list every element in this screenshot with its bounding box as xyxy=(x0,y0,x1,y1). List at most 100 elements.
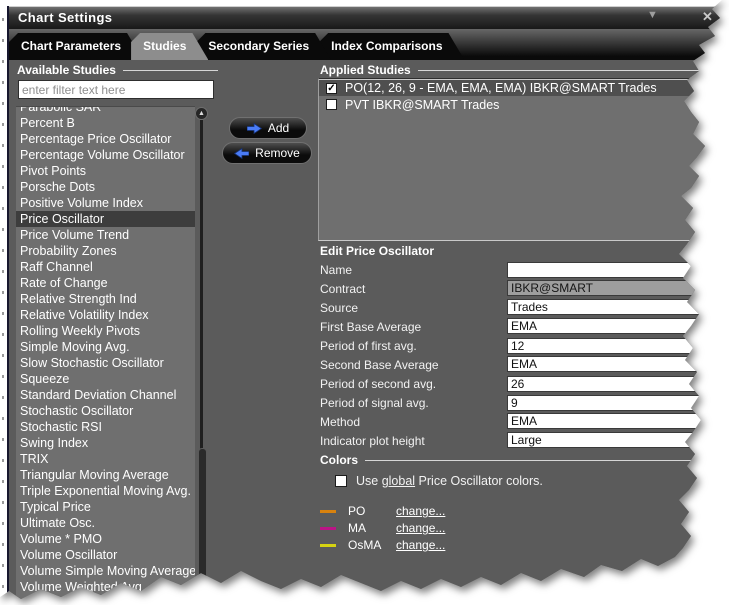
use-global-colors-checkbox[interactable] xyxy=(335,475,347,487)
tab-label: Secondary Series xyxy=(208,39,309,53)
label-text: Use xyxy=(356,474,382,488)
add-button-label: Add xyxy=(268,121,289,135)
first-base-average-select[interactable]: EMA▼ xyxy=(507,318,723,334)
list-item[interactable]: Relative Volatility Index xyxy=(16,307,195,323)
dropdown-arrow-icon: ▼ xyxy=(712,436,720,444)
list-item[interactable]: Volume * PMO xyxy=(16,531,195,547)
list-item[interactable]: TRIX xyxy=(16,451,195,467)
applied-studies-list[interactable]: ✓ PO(12, 26, 9 - EMA, EMA, EMA) IBKR@SMAR… xyxy=(318,78,729,241)
list-item[interactable]: Triple Exponential Moving Avg. xyxy=(16,483,195,499)
remove-button[interactable]: Remove xyxy=(222,142,312,164)
list-item[interactable]: Squeeze xyxy=(16,371,195,387)
list-item[interactable]: Parabolic SAR xyxy=(16,106,195,115)
applied-study-row[interactable]: ✓ PO(12, 26, 9 - EMA, EMA, EMA) IBKR@SMAR… xyxy=(319,79,729,96)
color-row-osma: OsMAchange... xyxy=(320,538,445,552)
list-item[interactable]: Simple Moving Avg. xyxy=(16,339,195,355)
add-button[interactable]: Add xyxy=(229,117,307,139)
tab-label: Studies xyxy=(143,39,186,53)
add-arrow-icon xyxy=(247,123,262,134)
close-icon[interactable]: ✕ xyxy=(702,9,713,25)
form-row-period-of-second-avg-: Period of second avg. xyxy=(320,375,729,392)
use-global-colors-row: Use global Price Oscillator colors. xyxy=(335,474,543,488)
list-item[interactable]: Percentage Volume Oscillator xyxy=(16,147,195,163)
filter-input[interactable] xyxy=(18,80,214,99)
tab-studies[interactable]: Studies xyxy=(131,33,208,60)
field-label: Period of first avg. xyxy=(320,339,417,353)
unchecked-checkbox[interactable] xyxy=(326,99,337,110)
applied-study-row[interactable]: PVT IBKR@SMART Trades xyxy=(319,96,729,113)
global-link[interactable]: global xyxy=(382,474,415,488)
field-label: Name xyxy=(320,263,352,277)
select-value: EMA xyxy=(511,414,537,428)
list-item[interactable]: Pivot Points xyxy=(16,163,195,179)
colors-title: Colors xyxy=(320,453,358,467)
method-select[interactable]: EMA▼ xyxy=(507,413,723,429)
period-of-second-avg--input[interactable] xyxy=(507,376,723,392)
osma-color-swatch xyxy=(320,544,336,547)
select-value: EMA xyxy=(511,357,537,371)
chevron-down-icon[interactable]: ▼ xyxy=(647,9,658,21)
list-item[interactable]: Porsche Dots xyxy=(16,179,195,195)
change-color-link[interactable]: change... xyxy=(396,521,445,535)
list-item[interactable]: Triangular Moving Average xyxy=(16,467,195,483)
list-item[interactable]: Volume Simple Moving Average xyxy=(16,563,195,579)
list-item[interactable]: Positive Volume Index xyxy=(16,195,195,211)
period-of-first-avg--input[interactable] xyxy=(507,338,723,354)
field-label: Second Base Average xyxy=(320,358,439,372)
scroll-up-button[interactable]: ▲ xyxy=(195,107,208,120)
edit-section-title: Edit Price Oscillator xyxy=(320,244,434,258)
source-select[interactable]: Trades▼ xyxy=(507,299,723,315)
field-label: Indicator plot height xyxy=(320,434,425,448)
form-row-name: Name xyxy=(320,261,729,278)
checked-checkbox[interactable]: ✓ xyxy=(326,83,337,94)
field-label: Method xyxy=(320,415,360,429)
applied-study-label: PO(12, 26, 9 - EMA, EMA, EMA) IBKR@SMART… xyxy=(345,81,657,95)
change-color-link[interactable]: change... xyxy=(396,538,445,552)
list-item[interactable]: Probability Zones xyxy=(16,243,195,259)
indicator-plot-height-select[interactable]: Large▼ xyxy=(507,432,723,448)
form-row-period-of-signal-avg-: Period of signal avg. xyxy=(320,394,729,411)
scrollbar-thumb[interactable] xyxy=(198,448,207,605)
field-control: EMA▼ xyxy=(507,413,723,429)
ma-color-swatch xyxy=(320,527,336,530)
change-color-link[interactable]: change... xyxy=(396,504,445,518)
list-item[interactable]: Relative Strength Ind xyxy=(16,291,195,307)
list-item[interactable]: Price Volume Trend xyxy=(16,227,195,243)
list-item[interactable]: Standard Deviation Channel xyxy=(16,387,195,403)
field-control: EMA▼ xyxy=(507,318,723,334)
remove-button-label: Remove xyxy=(255,146,300,160)
tab-secondary-series[interactable]: Secondary Series xyxy=(196,33,331,60)
field-label: Period of signal avg. xyxy=(320,396,429,410)
color-row-ma: MAchange... xyxy=(320,521,445,535)
list-item[interactable]: Percentage Price Oscillator xyxy=(16,131,195,147)
list-item[interactable]: Rolling Weekly Pivots xyxy=(16,323,195,339)
list-item[interactable]: Price Oscillator xyxy=(16,211,195,227)
tab-label: Index Comparisons xyxy=(331,39,442,53)
list-item[interactable]: Swing Index xyxy=(16,435,195,451)
tab-index-comparisons[interactable]: Index Comparisons xyxy=(319,33,464,60)
screenshot-root: Chart Settings ▼ ✕ Chart ParametersStudi… xyxy=(0,0,729,605)
list-item[interactable]: Volume Weighted Avg xyxy=(16,579,195,595)
list-item[interactable]: Stochastic RSI xyxy=(16,419,195,435)
available-studies-list[interactable]: Parabolic SARPercent BPercentage Price O… xyxy=(16,106,195,605)
list-item[interactable]: Slow Stochastic Oscillator xyxy=(16,355,195,371)
name-input[interactable] xyxy=(507,262,723,278)
tab-chart-parameters[interactable]: Chart Parameters xyxy=(9,33,143,60)
list-item[interactable]: Ultimate Osc. xyxy=(16,515,195,531)
applied-studies-header: Applied Studies xyxy=(320,63,707,77)
list-item[interactable]: Percent B xyxy=(16,115,195,131)
list-item[interactable]: Typical Price xyxy=(16,499,195,515)
label-text: Price Oscillator colors. xyxy=(415,474,543,488)
dropdown-arrow-icon: ▼ xyxy=(712,360,720,368)
second-base-average-select[interactable]: EMA ▼ xyxy=(507,356,723,372)
dropdown-arrow-icon: ▼ xyxy=(712,303,720,311)
period-of-signal-avg--input[interactable] xyxy=(507,395,723,411)
list-item[interactable]: Raff Channel xyxy=(16,259,195,275)
use-global-colors-label: Use global Price Oscillator colors. xyxy=(356,474,543,488)
form-row-contract: ContractIBKR@SMART xyxy=(320,280,729,297)
list-item[interactable]: Volume Oscillator xyxy=(16,547,195,563)
list-item[interactable]: Rate of Change xyxy=(16,275,195,291)
window-title: Chart Settings xyxy=(18,10,112,25)
studies-tab-panel: Available Studies Parabolic SARPercent B… xyxy=(9,60,729,605)
list-item[interactable]: Stochastic Oscillator xyxy=(16,403,195,419)
